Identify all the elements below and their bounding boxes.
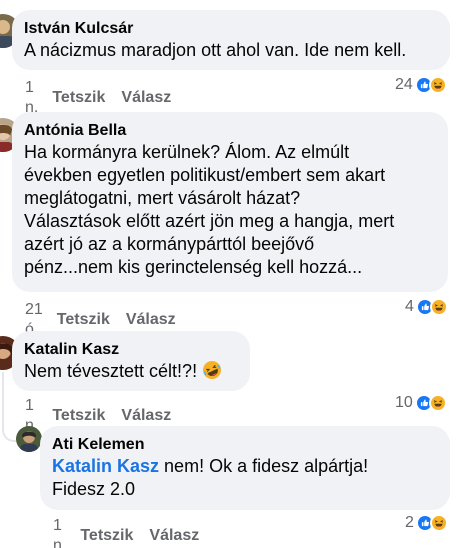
comment-text-line: Ha kormányra kerülnek? Álom. Az elmúlt <box>24 142 350 162</box>
comment-bubble: Ati Kelemen Katalin Kasz nem! Ok a fides… <box>40 426 450 510</box>
like-button[interactable]: Tetszik <box>57 310 110 330</box>
mention-link[interactable]: Katalin Kasz <box>52 456 159 476</box>
comment-author[interactable]: Ati Kelemen <box>52 434 438 455</box>
reply-button[interactable]: Válasz <box>121 406 171 426</box>
comment-actions: 1 n. Tetszik Válasz <box>53 516 215 548</box>
comment-text: Nem tévesztett célt!?! <box>24 361 198 381</box>
reaction-count: 24 <box>395 76 413 93</box>
comment-text-line: meglátogatni, mert vásárolt házat? <box>24 188 301 208</box>
comment-text-row: Katalin Kasz nem! Ok a fidesz alpártja! <box>52 455 438 478</box>
reactions-summary[interactable]: 24 <box>395 76 447 94</box>
thread-line <box>2 372 4 402</box>
comment-author[interactable]: Katalin Kasz <box>24 339 238 360</box>
like-button[interactable]: Tetszik <box>52 88 105 108</box>
comment-text-line: Választások előtt azért jön meg a hangja… <box>24 211 395 231</box>
comment-text-line: években egyetlen politikust/embert sem a… <box>24 165 386 185</box>
haha-icon <box>428 394 447 412</box>
reaction-count: 4 <box>405 298 414 315</box>
reactions-summary[interactable]: 10 <box>395 394 447 412</box>
comment-text-row: Nem tévesztett célt!?! <box>24 360 238 383</box>
avatar[interactable] <box>16 426 42 452</box>
haha-icon <box>429 514 448 532</box>
reactions-summary[interactable]: 4 <box>405 298 448 316</box>
like-button[interactable]: Tetszik <box>52 406 105 426</box>
comment-text: nem! Ok a fidesz alpártja! <box>159 456 369 476</box>
comment-author[interactable]: Antónia Bella <box>24 120 436 141</box>
comment-time[interactable]: 1 n. <box>53 516 66 548</box>
reply-button[interactable]: Válasz <box>149 526 199 546</box>
comment-text-line: Fidesz 2.0 <box>52 479 136 499</box>
haha-icon <box>428 76 447 94</box>
comment-author[interactable]: István Kulcsár <box>24 18 438 39</box>
avatar-image <box>16 426 42 452</box>
comment-text-line: pénz...nem kis gerinctelenség kell hozzá… <box>24 257 363 277</box>
reaction-count: 10 <box>395 394 413 411</box>
reply-button[interactable]: Válasz <box>126 310 176 330</box>
comment-bubble: Katalin Kasz Nem tévesztett célt!?! <box>12 331 250 391</box>
rofl-emoji-icon <box>203 361 222 379</box>
comment-bubble: István Kulcsár A nácizmus maradjon ott a… <box>12 10 450 70</box>
comment-text: A nácizmus maradjon ott ahol van. Ide ne… <box>24 40 407 60</box>
comment-bubble: Antónia Bella Ha kormányra kerülnek? Álo… <box>12 112 448 292</box>
like-button[interactable]: Tetszik <box>80 526 133 546</box>
comment-text-line: azért jó az a kormánypárttól beejővő <box>24 234 315 254</box>
reaction-count: 2 <box>405 514 414 531</box>
haha-icon <box>429 298 448 316</box>
reply-button[interactable]: Válasz <box>121 88 171 108</box>
reactions-summary[interactable]: 2 <box>405 514 448 532</box>
thread-connector <box>2 400 16 442</box>
